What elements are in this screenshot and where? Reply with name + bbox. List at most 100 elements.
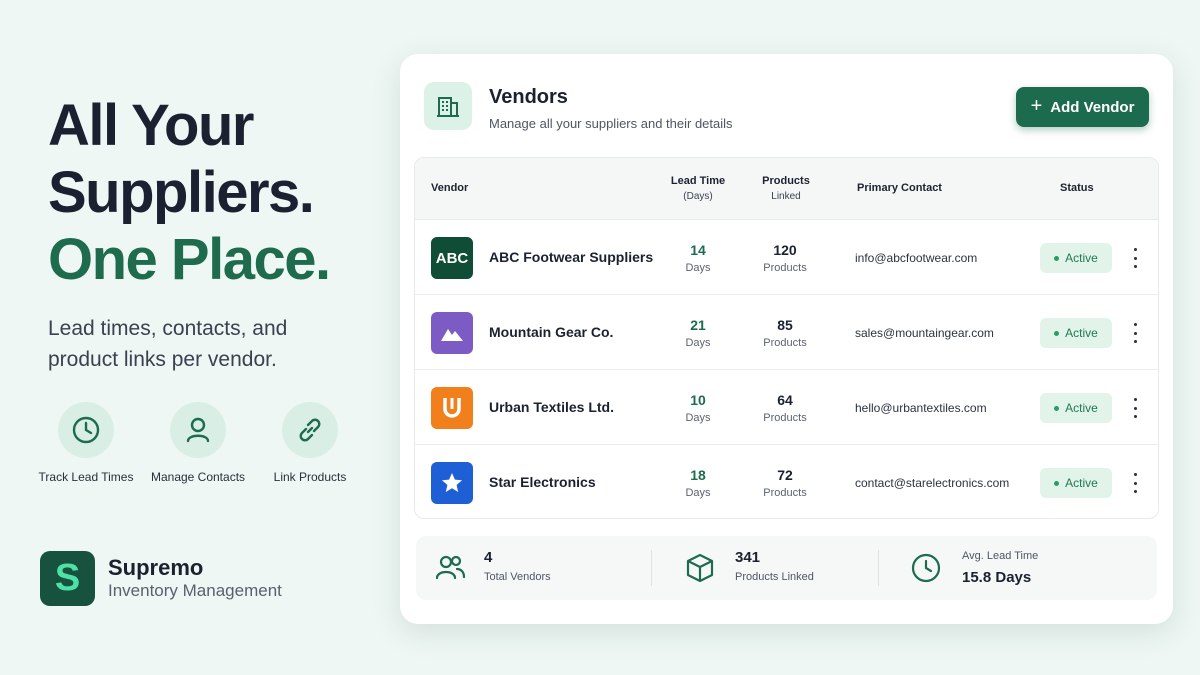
contact-email[interactable]: info@abcfootwear.com: [855, 251, 977, 265]
lead-time-unit: Days: [685, 337, 711, 349]
feature-manage-contacts: Manage Contacts: [142, 402, 254, 484]
hero-subtitle: Lead times, contacts, and product links …: [48, 317, 288, 371]
clock-icon: [58, 402, 114, 458]
row-menu-icon[interactable]: [1129, 323, 1141, 343]
products-linked-label: Products Linked: [735, 571, 814, 583]
box-icon: [684, 552, 716, 589]
products-unit: Products: [763, 487, 807, 499]
feature-label: Manage Contacts: [150, 470, 246, 484]
vendor-logo-abc: ABC: [431, 237, 473, 279]
contact-email[interactable]: contact@starelectronics.com: [855, 476, 1009, 490]
vendor-name[interactable]: Star Electronics: [489, 474, 596, 490]
avg-lead-time-label: Avg. Lead Time: [962, 550, 1039, 562]
col-vendor[interactable]: Vendor: [431, 181, 468, 196]
feature-label: Link Products: [273, 470, 347, 484]
mountain-icon: [431, 312, 473, 354]
u-magnet-icon: [431, 387, 473, 429]
status-label: Active: [1065, 476, 1098, 490]
contact-email[interactable]: hello@urbantextiles.com: [855, 401, 987, 415]
status-label: Active: [1065, 401, 1098, 415]
vendor-name[interactable]: Urban Textiles Ltd.: [489, 399, 614, 415]
lead-time-value: 10: [690, 392, 706, 408]
status-badge: Active: [1040, 393, 1112, 423]
card-header: Vendors Manage all your suppliers and th…: [424, 82, 1149, 134]
products-cell: 85 Products: [755, 317, 815, 349]
total-vendors-label: Total Vendors: [484, 571, 551, 583]
products-unit: Products: [763, 337, 807, 349]
vendor-name[interactable]: ABC Footwear Suppliers: [489, 249, 653, 265]
col-lead-time-unit: (Days): [683, 191, 713, 202]
brand-tagline: Inventory Management: [108, 580, 282, 600]
hero-line-2: Suppliers.: [48, 160, 315, 225]
feature-label: Track Lead Times: [38, 470, 134, 484]
hero-line-1: All Your: [48, 93, 255, 158]
clock-icon: [910, 552, 942, 589]
row-menu-icon[interactable]: [1129, 398, 1141, 418]
users-icon: [434, 552, 466, 589]
table-header: Vendor Lead Time (Days) Products Linked …: [415, 158, 1158, 220]
lead-time-value: 14: [690, 242, 706, 258]
summary-stats: 4 Total Vendors 341 Products Linked Avg.…: [416, 536, 1157, 600]
status-dot: [1054, 255, 1060, 261]
products-value: 120: [773, 242, 797, 258]
vendors-table: Vendor Lead Time (Days) Products Linked …: [414, 157, 1159, 519]
add-vendor-label: Add Vendor: [1050, 98, 1135, 116]
products-value: 72: [777, 467, 793, 483]
add-vendor-button[interactable]: + Add Vendor: [1016, 87, 1149, 127]
lead-time-cell: 14 Days: [670, 242, 726, 274]
col-status[interactable]: Status: [1060, 181, 1094, 196]
hero: All Your Suppliers. One Place. Lead time…: [48, 92, 378, 375]
table-row[interactable]: Urban Textiles Ltd. 10 Days 64 Products …: [415, 370, 1158, 445]
lead-time-cell: 10 Days: [670, 392, 726, 424]
row-menu-icon[interactable]: [1129, 248, 1141, 268]
hero-accent-line: One Place.: [48, 227, 331, 292]
star-icon: [431, 462, 473, 504]
lead-time-unit: Days: [685, 262, 711, 274]
row-menu-icon[interactable]: [1129, 473, 1141, 493]
status-badge: Active: [1040, 318, 1112, 348]
stat-avg-lead-time: Avg. Lead Time 15.8 Days: [910, 536, 1110, 600]
hero-headline: All Your Suppliers. One Place.: [48, 92, 378, 293]
status-badge: Active: [1040, 468, 1112, 498]
status-label: Active: [1065, 251, 1098, 265]
products-cell: 120 Products: [755, 242, 815, 274]
link-icon: [282, 402, 338, 458]
building-icon: [424, 82, 472, 130]
lead-time-value: 21: [690, 317, 706, 333]
products-linked-value: 341: [735, 549, 761, 566]
products-cell: 72 Products: [755, 467, 815, 499]
page-subtitle: Manage all your suppliers and their deta…: [489, 116, 733, 131]
col-products[interactable]: Products Linked: [755, 174, 817, 204]
status-dot: [1054, 405, 1060, 411]
user-icon: [170, 402, 226, 458]
table-row[interactable]: ABC ABC Footwear Suppliers 14 Days 120 P…: [415, 220, 1158, 295]
lead-time-unit: Days: [685, 487, 711, 499]
col-primary-contact[interactable]: Primary Contact: [857, 181, 942, 196]
brand-name: Supremo: [108, 554, 204, 580]
products-unit: Products: [763, 262, 807, 274]
table-row[interactable]: Mountain Gear Co. 21 Days 85 Products sa…: [415, 295, 1158, 370]
brand: S Supremo Inventory Management: [40, 551, 282, 606]
products-unit: Products: [763, 412, 807, 424]
supremo-logo: S: [40, 551, 95, 606]
col-products-label: Products: [762, 175, 810, 187]
products-value: 64: [777, 392, 793, 408]
products-cell: 64 Products: [755, 392, 815, 424]
feature-list: Track Lead Times Manage Contacts Link Pr…: [30, 402, 366, 484]
status-badge: Active: [1040, 243, 1112, 273]
vendors-card: Vendors Manage all your suppliers and th…: [400, 54, 1173, 624]
status-label: Active: [1065, 326, 1098, 340]
divider: [878, 550, 879, 586]
col-products-sub: Linked: [771, 191, 801, 202]
col-lead-time[interactable]: Lead Time (Days): [665, 174, 731, 204]
status-dot: [1054, 330, 1060, 336]
col-lead-time-label: Lead Time: [670, 175, 726, 187]
table-row[interactable]: Star Electronics 18 Days 72 Products con…: [415, 445, 1158, 518]
products-value: 85: [777, 317, 793, 333]
avg-lead-time-value: 15.8 Days: [962, 569, 1032, 586]
total-vendors-value: 4: [484, 549, 493, 566]
lead-time-value: 18: [690, 467, 706, 483]
contact-email[interactable]: sales@mountaingear.com: [855, 326, 994, 340]
vendor-name[interactable]: Mountain Gear Co.: [489, 324, 613, 340]
lead-time-cell: 21 Days: [670, 317, 726, 349]
